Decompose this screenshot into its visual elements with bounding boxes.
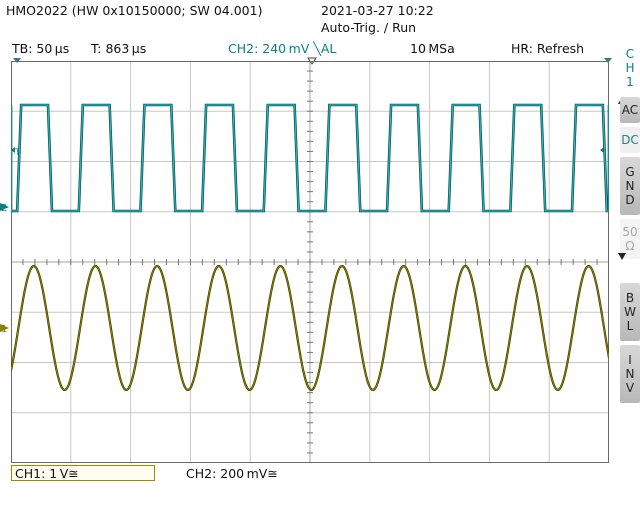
scroll-down-icon[interactable] xyxy=(618,253,626,260)
bwl-button[interactable]: B W L xyxy=(620,283,640,341)
ch2-status[interactable]: CH2: 200 mV≅ xyxy=(186,466,278,481)
ch2-ground-label: 2 xyxy=(1,203,7,214)
ch1-status: CH1: 1 V≅ xyxy=(15,466,79,481)
channel-sidebar: C H 1 AC DC G N D 50 Ω B W L I N V xyxy=(617,44,640,409)
ch1-ground-label: 1 xyxy=(1,324,7,335)
gnd-button[interactable]: G N D xyxy=(620,157,640,215)
graticule xyxy=(11,61,609,463)
ch1-status-box[interactable]: CH1: 1 V≅ xyxy=(11,465,155,481)
coupling-dc-button[interactable]: DC xyxy=(620,127,640,153)
scope-screen[interactable] xyxy=(11,61,609,463)
inv-button[interactable]: I N V xyxy=(620,345,640,403)
coupling-ac-button[interactable]: AC xyxy=(620,97,640,123)
channel-select-button[interactable]: C H 1 xyxy=(620,44,640,92)
